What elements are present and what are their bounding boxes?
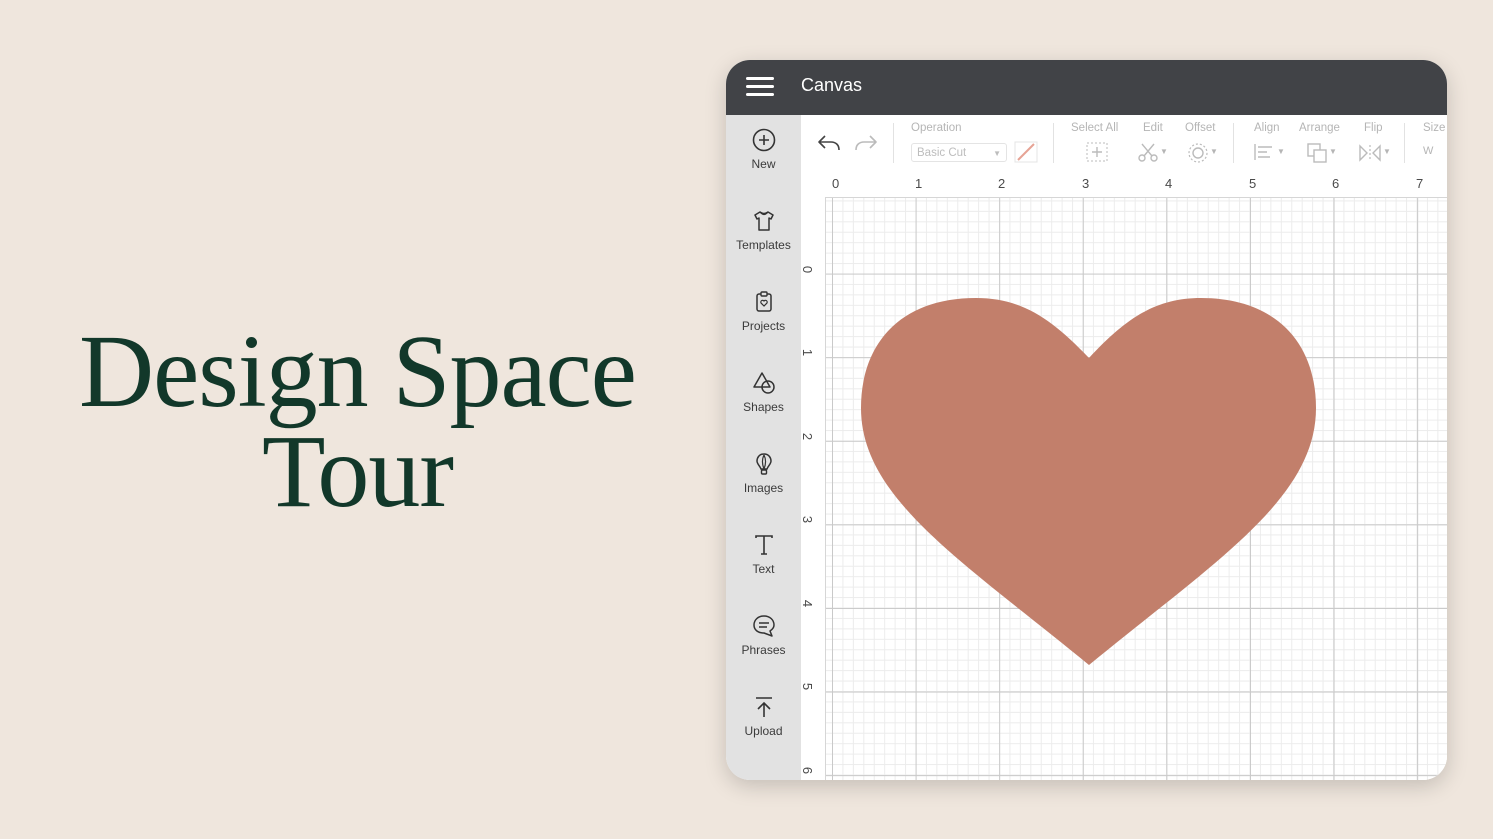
ruler-tick-label: 7 [1416, 176, 1424, 191]
sidebar-item-label: Images [743, 481, 784, 495]
chevron-down-icon: ▼ [1329, 147, 1337, 156]
arrange-label: Arrange [1299, 122, 1340, 134]
sidebar-item-label: Text [752, 562, 775, 576]
sidebar-item-text[interactable]: Text [726, 532, 801, 602]
ruler-tick-label: 3 [801, 515, 816, 524]
sidebar-item-label: Shapes [743, 400, 784, 414]
ruler-tick-label: 6 [801, 766, 816, 775]
operation-label: Operation [911, 122, 962, 134]
arrange-icon[interactable] [1306, 142, 1328, 164]
shapes-icon [752, 372, 775, 394]
size-width-label: W [1423, 145, 1434, 157]
edit-label: Edit [1143, 122, 1163, 134]
hamburger-menu-icon[interactable] [746, 77, 774, 97]
left-sidebar: New Templates Projects Shapes Images Tex… [726, 115, 801, 780]
title-bar: Canvas [726, 60, 1447, 115]
ruler-top: 0 1 2 3 4 5 6 7 [801, 173, 1447, 198]
offset-label: Offset [1185, 122, 1216, 134]
sidebar-item-new[interactable]: New [726, 127, 801, 197]
clipboard-icon [755, 291, 772, 312]
ruler-tick-label: 6 [1332, 176, 1340, 191]
sidebar-item-upload[interactable]: Upload [726, 694, 801, 764]
flip-label: Flip [1364, 122, 1383, 134]
heart-path[interactable] [861, 298, 1316, 665]
ruler-tick-label: 4 [801, 599, 816, 608]
size-label: Size [1423, 122, 1446, 134]
edit-scissors-icon[interactable] [1137, 141, 1159, 163]
plus-circle-icon [752, 128, 775, 152]
chevron-down-icon: ▼ [1277, 147, 1285, 156]
operation-select[interactable]: Basic Cut ▼ [911, 143, 1007, 162]
chevron-down-icon: ▼ [1210, 147, 1218, 156]
heart-shape[interactable] [861, 298, 1317, 668]
sidebar-item-label: New [751, 157, 776, 171]
toolbar-divider [893, 123, 894, 163]
align-label: Align [1254, 122, 1280, 134]
sidebar-item-templates[interactable]: Templates [726, 208, 801, 278]
upload-icon [755, 697, 772, 717]
sidebar-item-images[interactable]: Images [726, 451, 801, 521]
align-icon[interactable] [1253, 142, 1275, 162]
linetype-color-swatch-icon[interactable] [1014, 141, 1038, 163]
sidebar-item-shapes[interactable]: Shapes [726, 370, 801, 440]
hero-title: Design Space Tour [50, 314, 665, 529]
sidebar-item-label: Templates [736, 238, 791, 252]
ruler-left: 0 1 2 3 4 5 6 [801, 197, 826, 780]
ruler-tick-label: 3 [1082, 176, 1090, 191]
redo-icon[interactable] [853, 133, 879, 153]
tshirt-icon [753, 211, 774, 231]
canvas-area[interactable]: 0 1 2 3 4 5 6 7 0 1 2 3 4 5 6 [801, 173, 1447, 780]
sidebar-item-label: Phrases [741, 643, 786, 657]
ruler-tick-label: 0 [832, 176, 840, 191]
sidebar-item-label: Upload [744, 724, 783, 738]
hero-title-line-2: Tour [262, 414, 454, 529]
toolbar-divider [1233, 123, 1234, 163]
chevron-down-icon: ▼ [1383, 147, 1391, 156]
edit-toolbar: Operation Basic Cut ▼ Select All Edit ▼ … [801, 115, 1447, 174]
speech-bubble-icon [752, 615, 775, 637]
flip-icon[interactable] [1358, 143, 1382, 163]
lightbulb-icon [755, 453, 772, 475]
sidebar-item-projects[interactable]: Projects [726, 289, 801, 359]
toolbar-divider [1404, 123, 1405, 163]
text-icon [754, 535, 773, 555]
chevron-down-icon: ▼ [1160, 147, 1168, 156]
ruler-tick-label: 5 [1249, 176, 1257, 191]
ruler-tick-label: 2 [801, 432, 816, 441]
chevron-down-icon: ▼ [993, 149, 1001, 158]
undo-icon[interactable] [816, 133, 842, 153]
sidebar-item-phrases[interactable]: Phrases [726, 613, 801, 683]
ruler-tick-label: 0 [801, 265, 816, 274]
design-space-window: Canvas New Templates Projects Shapes Ima… [726, 60, 1447, 780]
ruler-tick-label: 5 [801, 682, 816, 691]
ruler-tick-label: 1 [915, 176, 923, 191]
window-title: Canvas [801, 75, 863, 95]
select-all-label: Select All [1071, 122, 1119, 134]
sidebar-item-label: Projects [741, 319, 786, 333]
select-all-icon[interactable] [1085, 141, 1109, 163]
ruler-tick-label: 4 [1165, 176, 1173, 191]
operation-value: Basic Cut [917, 147, 967, 159]
ruler-tick-label: 1 [801, 348, 816, 357]
hero-title-line-1: Design Space [79, 314, 637, 429]
offset-icon[interactable] [1187, 142, 1209, 164]
ruler-tick-label: 2 [998, 176, 1006, 191]
toolbar-divider [1053, 123, 1054, 163]
